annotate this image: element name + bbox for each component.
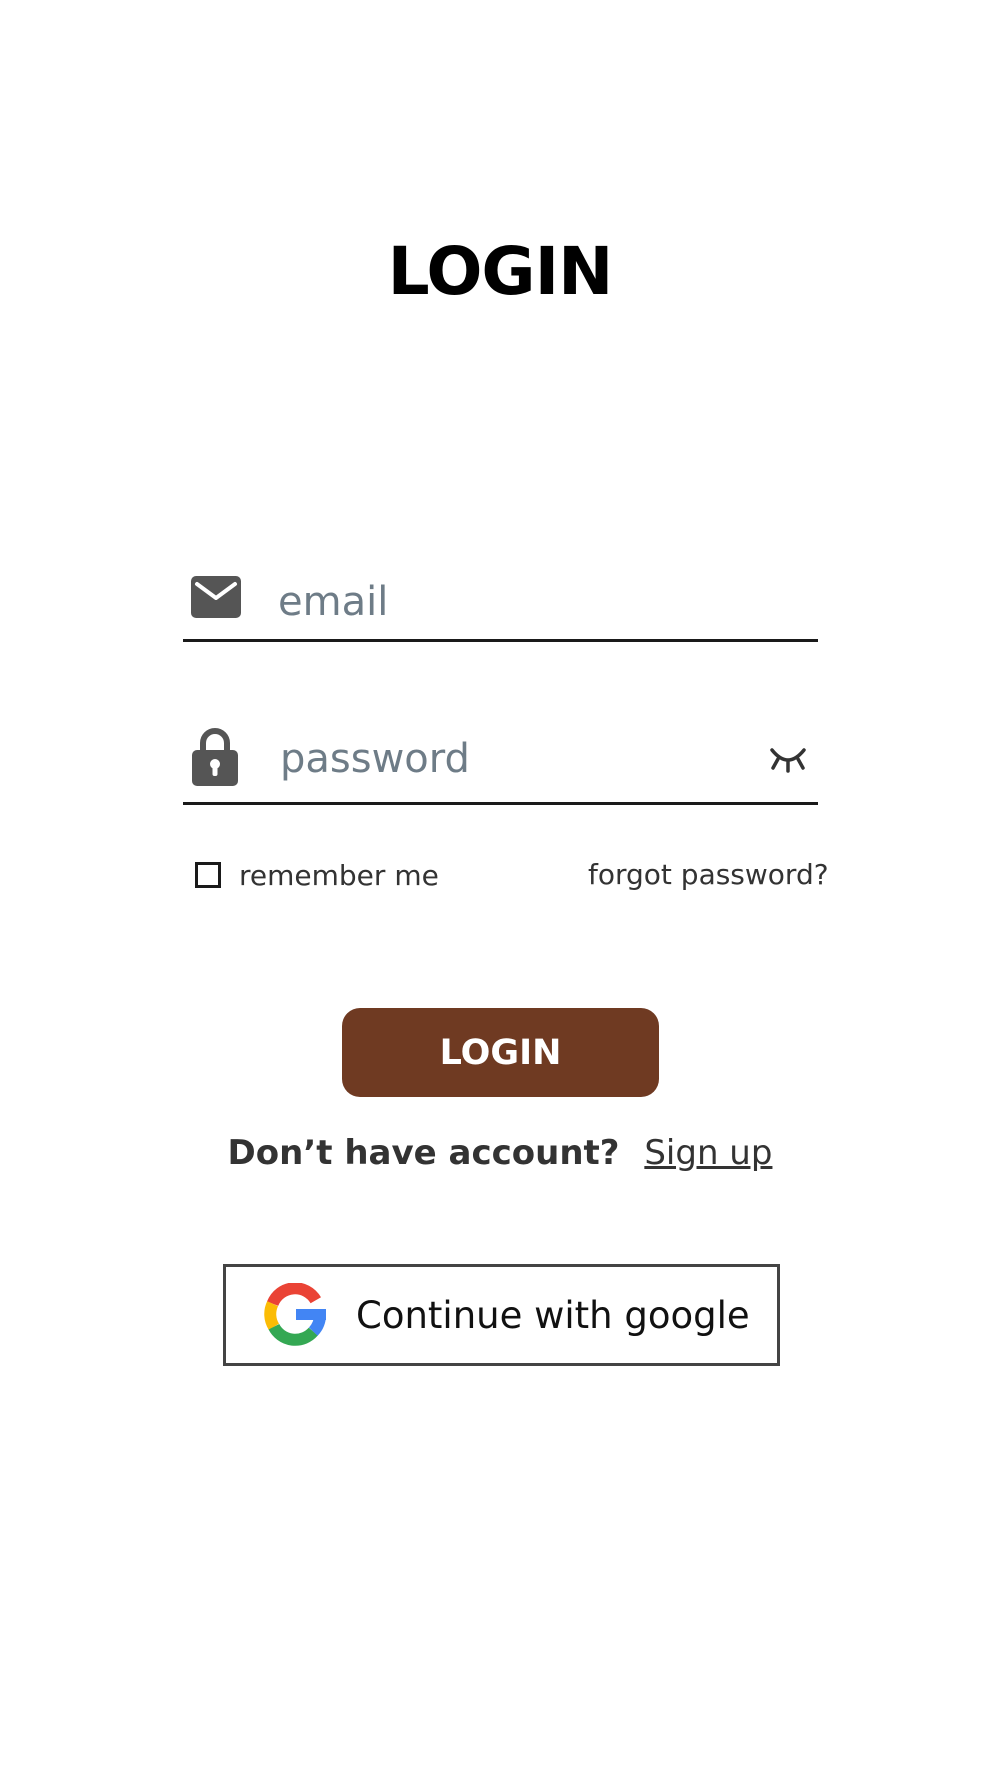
page-title: LOGIN (387, 233, 614, 310)
envelope-icon (191, 576, 241, 618)
signup-row: Don’t have account? Sign up (0, 1130, 1000, 1176)
remember-me-row: remember me (195, 855, 439, 895)
forgot-password-link[interactable]: forgot password? (588, 855, 829, 895)
email-field (183, 560, 818, 642)
signup-link[interactable]: Sign up (644, 1133, 772, 1173)
email-input[interactable] (278, 574, 798, 630)
eye-closed-icon[interactable] (768, 742, 808, 776)
remember-me-checkbox[interactable] (195, 862, 221, 888)
login-button[interactable]: LOGIN (342, 1008, 659, 1097)
password-input[interactable] (280, 731, 740, 787)
continue-with-google-button[interactable]: Continue with google (223, 1264, 780, 1366)
google-button-label: Continue with google (356, 1293, 750, 1337)
remember-me-label: remember me (239, 858, 439, 892)
password-field (183, 712, 818, 805)
google-icon (264, 1283, 326, 1346)
signup-prompt: Don’t have account? (227, 1133, 620, 1173)
lock-icon (192, 728, 238, 786)
